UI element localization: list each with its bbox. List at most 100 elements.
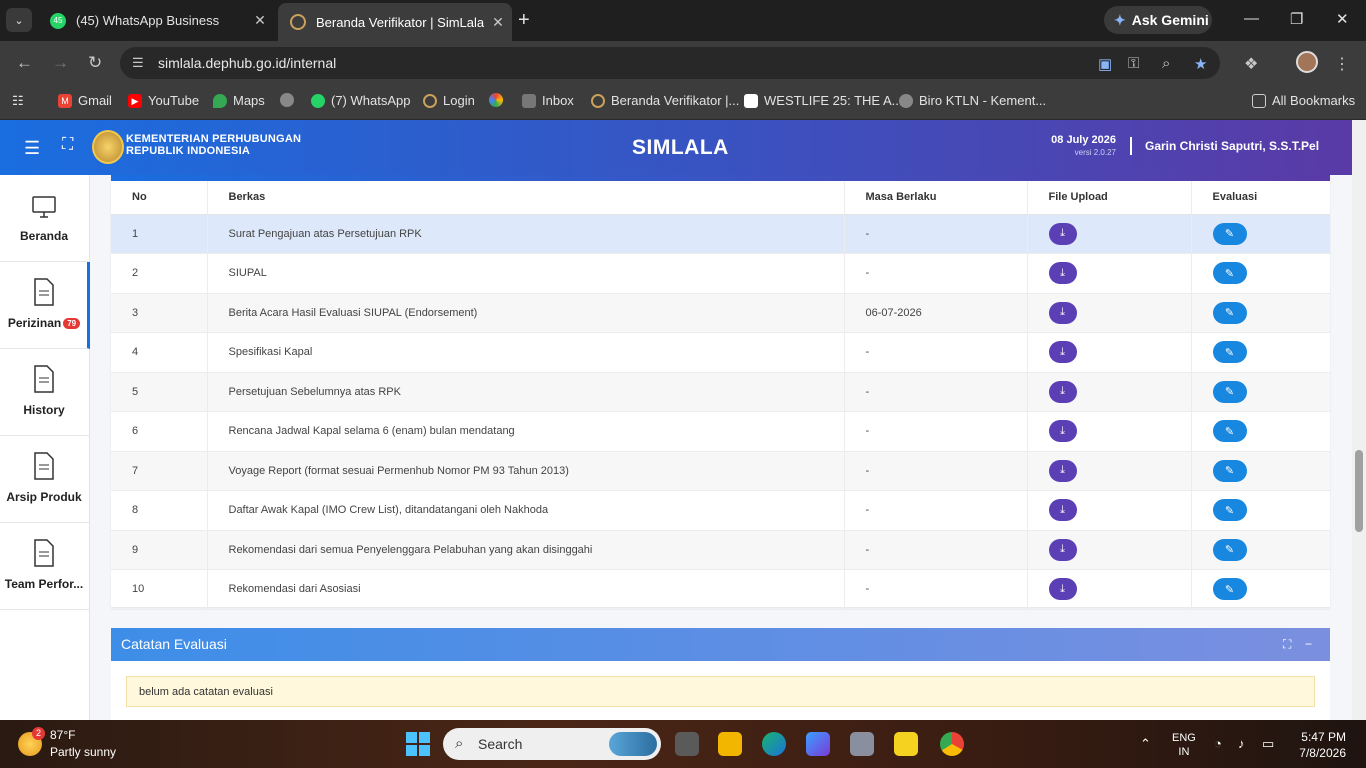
bookmark-photos[interactable] bbox=[489, 93, 509, 107]
download-button[interactable]: ⤓ bbox=[1048, 262, 1077, 285]
url-text[interactable]: simlala.dephub.go.id/internal bbox=[158, 55, 336, 71]
edit-icon: ✎ bbox=[1224, 544, 1235, 557]
sidebar-item-beranda[interactable]: Beranda bbox=[0, 175, 90, 262]
sticky-notes-icon[interactable] bbox=[894, 732, 918, 756]
zoom-icon[interactable]: ⌕ bbox=[1162, 55, 1170, 72]
bookmark-globe[interactable] bbox=[280, 93, 300, 107]
camera-icon[interactable] bbox=[850, 732, 874, 756]
sidebar-item-perizinan[interactable]: Perizinan 79 bbox=[0, 262, 90, 349]
edge-icon[interactable] bbox=[762, 732, 786, 756]
all-bookmarks[interactable]: All Bookmarks bbox=[1252, 93, 1355, 108]
evaluate-button[interactable]: ✎ bbox=[1212, 262, 1247, 285]
evaluate-button[interactable]: ✎ bbox=[1212, 420, 1247, 443]
cell-berkas: SIUPAL bbox=[206, 253, 844, 294]
cell-berkas: Persetujuan Sebelumnya atas RPK bbox=[206, 372, 844, 412]
show-hidden-icons[interactable]: ⌃ bbox=[1140, 736, 1151, 752]
download-button[interactable]: ⤓ bbox=[1048, 538, 1077, 561]
fullscreen-icon[interactable]: ⛶ bbox=[62, 136, 73, 154]
close-tab-icon[interactable]: ✕ bbox=[484, 14, 512, 31]
cell-evaluasi: ✎ bbox=[1190, 451, 1330, 491]
tab-whatsapp[interactable]: 45 (45) WhatsApp Business ✕ bbox=[38, 0, 274, 41]
file-explorer-icon[interactable] bbox=[718, 732, 742, 756]
profile-avatar[interactable] bbox=[1296, 51, 1318, 73]
evaluate-button[interactable]: ✎ bbox=[1212, 459, 1247, 482]
wifi-icon[interactable]: ◔ bbox=[1214, 736, 1222, 751]
cell-evaluasi: ✎ bbox=[1190, 372, 1330, 412]
sidebar-item-arsip-produk[interactable]: Arsip Produk bbox=[0, 436, 90, 523]
youtube-icon: ▶ bbox=[128, 93, 142, 108]
restore-icon[interactable]: ❐ bbox=[1290, 10, 1303, 28]
password-key-icon[interactable]: ⚿ bbox=[1128, 55, 1139, 72]
bookmark-login[interactable]: Login bbox=[423, 93, 475, 108]
bookmark-gmail[interactable]: M Gmail bbox=[58, 93, 112, 108]
install-app-icon[interactable]: ▣ bbox=[1098, 55, 1112, 73]
cell-no: 3 bbox=[111, 293, 207, 333]
new-tab-icon[interactable]: + bbox=[518, 9, 530, 32]
page-scrollbar[interactable] bbox=[1352, 120, 1366, 720]
download-button[interactable]: ⤓ bbox=[1048, 301, 1077, 324]
bookmark-star-icon[interactable]: ★ bbox=[1194, 55, 1207, 73]
sidebar-item-history[interactable]: History bbox=[0, 349, 90, 436]
download-button[interactable]: ⤓ bbox=[1048, 341, 1077, 364]
header-divider bbox=[1130, 137, 1132, 155]
evaluate-button[interactable]: ✎ bbox=[1212, 341, 1247, 364]
back-icon[interactable]: ← bbox=[16, 53, 33, 73]
minimize-icon[interactable]: — bbox=[1244, 10, 1259, 27]
extensions-icon[interactable]: ❖ bbox=[1244, 54, 1258, 74]
cell-evaluasi: ✎ bbox=[1190, 253, 1330, 294]
taskbar-search[interactable]: ⌕ Search bbox=[443, 728, 661, 760]
bookmark-beranda[interactable]: Beranda Verifikator |... bbox=[591, 93, 739, 108]
hamburger-menu-icon[interactable]: ☰ bbox=[24, 138, 40, 159]
close-tab-icon[interactable]: ✕ bbox=[246, 12, 274, 29]
apps-grid-icon[interactable]: ☷ bbox=[12, 93, 24, 109]
maximize-icon[interactable]: ⛶ bbox=[1283, 637, 1291, 652]
volume-icon[interactable]: ♪ bbox=[1238, 736, 1245, 751]
windows-start-icon[interactable] bbox=[406, 732, 430, 756]
chrome-icon[interactable] bbox=[940, 732, 964, 756]
copilot-icon[interactable] bbox=[806, 732, 830, 756]
evaluate-button[interactable]: ✎ bbox=[1212, 380, 1247, 403]
download-button[interactable]: ⤓ bbox=[1048, 380, 1077, 403]
more-menu-icon[interactable]: ⋮ bbox=[1334, 54, 1350, 74]
bookmark-inbox[interactable]: Inbox bbox=[522, 93, 574, 108]
site-info-icon[interactable]: ☰ bbox=[132, 55, 144, 71]
download-button[interactable]: ⤓ bbox=[1048, 459, 1077, 482]
edit-icon: ✎ bbox=[1224, 307, 1235, 320]
user-name[interactable]: Garin Christi Saputri, S.S.T.Pel bbox=[1145, 139, 1319, 153]
evaluate-button[interactable]: ✎ bbox=[1212, 578, 1247, 601]
ask-gemini-label: Ask Gemini bbox=[1131, 12, 1209, 28]
app-title: SIMLALA bbox=[632, 136, 729, 159]
globe-icon bbox=[280, 93, 294, 107]
ask-gemini-button[interactable]: ✦ Ask Gemini bbox=[1104, 6, 1212, 34]
battery-icon[interactable]: ▭ bbox=[1262, 736, 1274, 752]
col-file-upload: File Upload bbox=[1026, 181, 1191, 215]
edit-icon: ✎ bbox=[1224, 228, 1235, 241]
close-window-icon[interactable]: ✕ bbox=[1336, 10, 1349, 28]
language-indicator[interactable]: ENG IN bbox=[1172, 731, 1196, 759]
evaluate-button[interactable]: ✎ bbox=[1212, 499, 1247, 522]
tab-search-button[interactable]: ⌄ bbox=[6, 8, 32, 32]
download-button[interactable]: ⤓ bbox=[1048, 420, 1077, 443]
evaluate-button[interactable]: ✎ bbox=[1212, 301, 1247, 324]
download-button[interactable]: ⤓ bbox=[1048, 222, 1077, 245]
system-clock[interactable]: 5:47 PM 7/8/2026 bbox=[1294, 729, 1346, 761]
sidebar-item-team-performance[interactable]: Team Perfor... bbox=[0, 523, 90, 610]
bookmark-youtube[interactable]: ▶ YouTube bbox=[128, 93, 199, 108]
bookmark-whatsapp[interactable]: (7) WhatsApp bbox=[311, 93, 410, 108]
collapse-icon[interactable]: − bbox=[1305, 637, 1312, 651]
evaluate-button[interactable]: ✎ bbox=[1212, 222, 1247, 245]
edit-icon: ✎ bbox=[1224, 583, 1235, 596]
bookmark-maps[interactable]: Maps bbox=[213, 93, 265, 108]
bookmark-westlife[interactable]: WESTLIFE 25: THE A... bbox=[744, 93, 902, 108]
download-button[interactable]: ⤓ bbox=[1048, 499, 1077, 522]
bookmark-biro[interactable]: Biro KTLN - Kement... bbox=[899, 93, 1046, 108]
scrollbar-thumb[interactable] bbox=[1355, 450, 1363, 532]
tab-simlala[interactable]: Beranda Verifikator | SimLala ✕ bbox=[278, 3, 512, 41]
task-view-icon[interactable] bbox=[675, 732, 699, 756]
download-button[interactable]: ⤓ bbox=[1048, 578, 1077, 601]
omnibox[interactable]: ☰ simlala.dephub.go.id/internal ▣ ⚿ ⌕ ★ bbox=[120, 47, 1220, 79]
bookmark-label: Maps bbox=[233, 93, 265, 108]
evaluate-button[interactable]: ✎ bbox=[1212, 538, 1247, 561]
reload-icon[interactable]: ↻ bbox=[88, 53, 102, 73]
forward-icon[interactable]: → bbox=[52, 53, 69, 73]
